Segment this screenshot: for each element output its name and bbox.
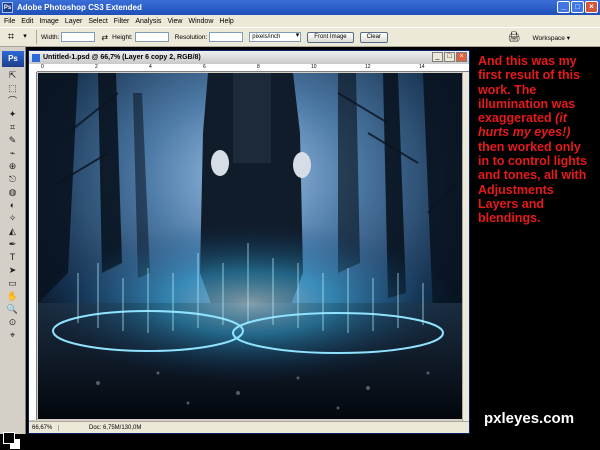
height-input[interactable] xyxy=(134,32,169,42)
status-bar: 66,67% Doc: 6,75M/130,0M xyxy=(29,421,469,433)
toolbox: Ps ⇱ ⬚ ⌒ ✦ ⌗ ✎ ⌁ ⊕ ⎋ ◍ ◐ ✧ ◭ ✒ T ➤ ▭ ✋ 🔍… xyxy=(0,47,26,450)
document-icon xyxy=(32,53,40,62)
horizontal-ruler[interactable]: 0 2 4 6 8 10 12 14 xyxy=(37,64,469,72)
ruler-origin[interactable] xyxy=(29,64,37,72)
document-title-bar[interactable]: Untitled-1.psd @ 66,7% (Layer 6 copy 2, … xyxy=(29,51,469,64)
type-tool-icon[interactable]: T xyxy=(0,251,25,264)
image-canvas[interactable] xyxy=(38,73,463,419)
photoshop-app-icon: Ps xyxy=(2,2,13,13)
clear-button[interactable]: Clear xyxy=(359,31,388,43)
marquee-tool-icon[interactable]: ⬚ xyxy=(0,82,25,95)
height-label: Height: xyxy=(112,33,133,41)
ruler-label: 12 xyxy=(365,64,371,70)
document-close-button[interactable]: × xyxy=(456,52,467,62)
app-title-bar: Ps Adobe Photoshop CS3 Extended _ □ × xyxy=(0,0,600,15)
history-brush-tool-icon[interactable]: ⎋ xyxy=(0,173,25,186)
clone-stamp-tool-icon[interactable]: ⊕ xyxy=(0,160,25,173)
resolution-input[interactable] xyxy=(209,32,244,42)
crop-icon[interactable]: ⌗ xyxy=(4,30,18,44)
width-label: Width: xyxy=(41,33,60,41)
document-minimize-button[interactable]: _ xyxy=(432,52,443,62)
menu-help[interactable]: Help xyxy=(219,18,233,25)
move-tool-icon[interactable]: ⇱ xyxy=(0,69,25,82)
ruler-label: 4 xyxy=(149,64,152,70)
menu-bar: File Edit Image Layer Select Filter Anal… xyxy=(0,15,600,27)
path-selection-tool-icon[interactable]: ➤ xyxy=(0,264,25,277)
document-window-controls: _ □ × xyxy=(432,52,467,62)
quick-mask-icon[interactable]: ⊙ xyxy=(0,316,25,329)
menu-filter[interactable]: Filter xyxy=(114,18,130,25)
document-title: Untitled-1.psd @ 66,7% (Layer 6 copy 2, … xyxy=(43,54,201,61)
menu-analysis[interactable]: Analysis xyxy=(135,18,161,25)
caption-line-2: then worked only in to control lights an… xyxy=(478,139,588,226)
ruler-label: 10 xyxy=(311,64,317,70)
vertical-ruler[interactable] xyxy=(29,72,37,420)
close-button[interactable]: × xyxy=(585,1,598,13)
eyedropper-tool-icon[interactable]: ✎ xyxy=(0,134,25,147)
app-title: Adobe Photoshop CS3 Extended xyxy=(17,3,142,12)
artwork-image xyxy=(38,73,463,419)
blur-tool-icon[interactable]: ✧ xyxy=(0,212,25,225)
zoom-tool-icon[interactable]: 🔍 xyxy=(0,303,25,316)
maximize-button[interactable]: □ xyxy=(571,1,584,13)
healing-brush-tool-icon[interactable]: ⌁ xyxy=(0,147,25,160)
shape-tool-icon[interactable]: ▭ xyxy=(0,277,25,290)
menu-select[interactable]: Select xyxy=(88,18,107,25)
minimize-button[interactable]: _ xyxy=(557,1,570,13)
caption-text: And this was my first result of this wor… xyxy=(478,54,592,226)
swap-icon[interactable]: ⇄ xyxy=(101,33,108,42)
menu-image[interactable]: Image xyxy=(39,18,58,25)
front-image-button[interactable]: Front Image xyxy=(307,31,354,43)
document-size-info[interactable]: Doc: 6,75M/130,0M xyxy=(59,425,141,431)
photoshop-logo[interactable]: Ps xyxy=(2,51,24,67)
crop-tool-icon[interactable]: ⌗ xyxy=(0,121,25,134)
workspace-area: 🖨 Workspace ▾ xyxy=(508,32,570,43)
resolution-label: Resolution: xyxy=(174,33,208,41)
document-window: Untitled-1.psd @ 66,7% (Layer 6 copy 2, … xyxy=(28,50,470,434)
site-watermark: pxleyes.com xyxy=(484,410,575,427)
pen-tool-icon[interactable]: ✒ xyxy=(0,238,25,251)
menu-layer[interactable]: Layer xyxy=(65,18,83,25)
ruler-label: 0 xyxy=(41,64,44,70)
resolution-unit-select[interactable]: pixels/inch xyxy=(249,32,302,42)
document-maximize-button[interactable]: □ xyxy=(444,52,455,62)
caption-panel: And this was my first result of this wor… xyxy=(470,50,600,380)
menu-file[interactable]: File xyxy=(4,18,15,25)
menu-window[interactable]: Window xyxy=(188,18,213,25)
screen-mode-icon[interactable]: ⌖ xyxy=(0,329,25,342)
divider xyxy=(36,30,37,44)
magic-wand-tool-icon[interactable]: ✦ xyxy=(0,108,25,121)
lasso-tool-icon[interactable]: ⌒ xyxy=(0,95,25,108)
menu-view[interactable]: View xyxy=(167,18,182,25)
options-bar: ⌗ ▾ Width: ⇄ Height: Resolution: pixels/… xyxy=(0,27,600,47)
tool-preset-dropdown-icon[interactable]: ▾ xyxy=(18,30,32,44)
width-input[interactable] xyxy=(61,32,96,42)
ruler-label: 6 xyxy=(203,64,206,70)
zoom-level-field[interactable]: 66,67% xyxy=(29,424,59,431)
ruler-label: 14 xyxy=(419,64,425,70)
menu-edit[interactable]: Edit xyxy=(21,18,33,25)
hand-tool-icon[interactable]: ✋ xyxy=(0,290,25,303)
window-controls: _ □ × xyxy=(557,1,598,13)
bridge-icon[interactable]: 🖨 xyxy=(508,32,521,43)
dodge-tool-icon[interactable]: ◭ xyxy=(0,225,25,238)
ruler-label: 8 xyxy=(257,64,260,70)
paint-bucket-tool-icon[interactable]: ◐ xyxy=(0,199,25,212)
eraser-tool-icon[interactable]: ◍ xyxy=(0,186,25,199)
ruler-label: 2 xyxy=(95,64,98,70)
vertical-scrollbar[interactable] xyxy=(462,72,469,421)
workspace-menu[interactable]: Workspace ▾ xyxy=(533,34,570,42)
